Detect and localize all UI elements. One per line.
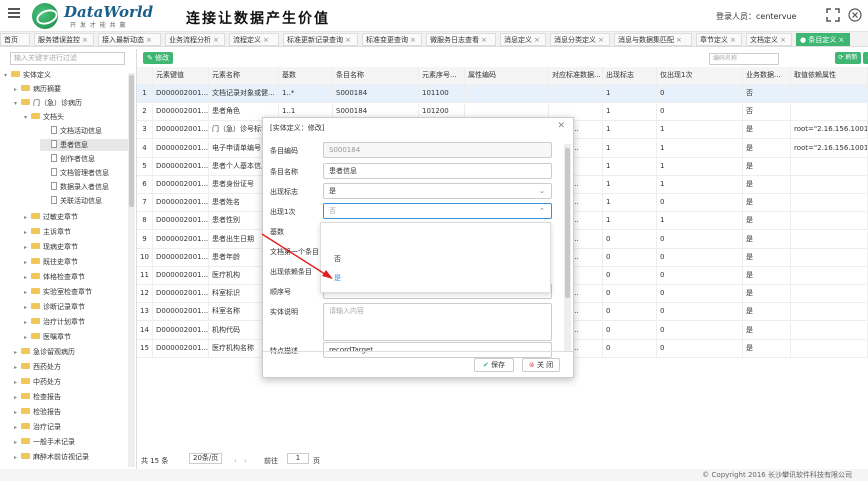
annotation-arrow [261,233,333,279]
